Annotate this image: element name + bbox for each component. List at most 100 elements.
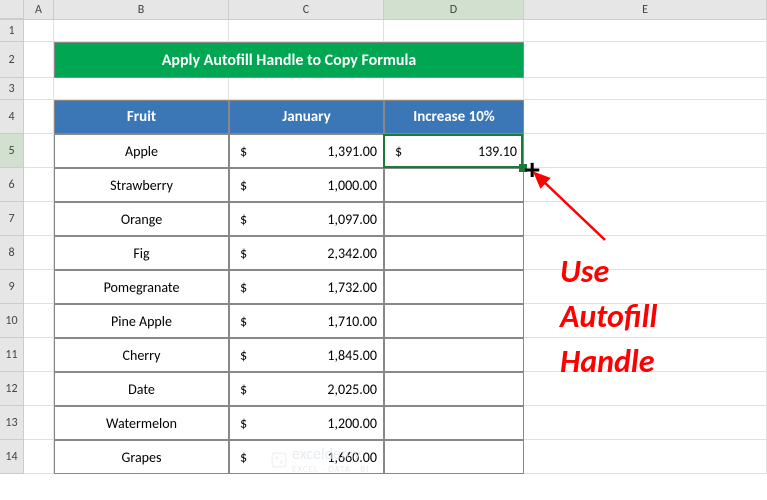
row-header-7[interactable]: 7 (0, 202, 24, 236)
cell-a7[interactable] (24, 202, 54, 236)
header-fruit[interactable]: Fruit (54, 100, 229, 134)
cell-c1[interactable] (229, 20, 384, 42)
row-header-6[interactable]: 6 (0, 168, 24, 202)
january-cell[interactable]: $1,845.00 (229, 338, 384, 372)
january-cell[interactable]: $1,200.00 (229, 406, 384, 440)
amount-value: 2,025.00 (327, 381, 377, 398)
cell-a11[interactable] (24, 338, 54, 372)
col-header-a[interactable]: A (24, 0, 54, 19)
cell-d1[interactable] (384, 20, 524, 42)
cell-e14[interactable] (524, 440, 767, 474)
cell-a3[interactable] (24, 78, 54, 100)
col-header-c[interactable]: C (229, 0, 384, 19)
arrow-icon (530, 170, 620, 250)
increase-cell[interactable]: $139.10 (384, 134, 524, 168)
january-cell[interactable]: $1,000.00 (229, 168, 384, 202)
row-header-2[interactable]: 2 (0, 42, 24, 78)
cell-a9[interactable] (24, 270, 54, 304)
fruit-cell[interactable]: Pomegranate (54, 270, 229, 304)
cell-c3[interactable] (229, 78, 384, 100)
currency-symbol: $ (236, 449, 247, 466)
increase-cell[interactable] (384, 202, 524, 236)
annotation-line1: Use (560, 250, 657, 295)
cell-a8[interactable] (24, 236, 54, 270)
header-increase[interactable]: Increase 10% (384, 100, 524, 134)
amount-value: 2,342.00 (327, 245, 377, 262)
row-header-8[interactable]: 8 (0, 236, 24, 270)
row-header-3[interactable]: 3 (0, 78, 24, 100)
header-january[interactable]: January (229, 100, 384, 134)
fruit-cell[interactable]: Orange (54, 202, 229, 236)
cell-a6[interactable] (24, 168, 54, 202)
row-header-9[interactable]: 9 (0, 270, 24, 304)
annotation-line2: Autofill (560, 295, 657, 340)
increase-cell[interactable] (384, 440, 524, 474)
amount-value: 1,097.00 (327, 211, 377, 228)
table-row: 14Grapes$1,660.00 (0, 440, 767, 474)
january-cell[interactable]: $1,097.00 (229, 202, 384, 236)
cell-a10[interactable] (24, 304, 54, 338)
january-cell[interactable]: $2,025.00 (229, 372, 384, 406)
increase-cell[interactable] (384, 372, 524, 406)
cell-e2[interactable] (524, 42, 767, 78)
increase-cell[interactable] (384, 168, 524, 202)
fruit-cell[interactable]: Pine Apple (54, 304, 229, 338)
row-header-1[interactable]: 1 (0, 20, 24, 42)
increase-cell[interactable] (384, 304, 524, 338)
increase-cell[interactable] (384, 406, 524, 440)
fruit-cell[interactable]: Watermelon (54, 406, 229, 440)
table-row: 6 Strawberry$1,000.00 (0, 168, 767, 202)
fruit-cell[interactable]: Cherry (54, 338, 229, 372)
cell-e3[interactable] (524, 78, 767, 100)
row-header-10[interactable]: 10 (0, 304, 24, 338)
table-row: 7Orange$1,097.00 (0, 202, 767, 236)
row-header-13[interactable]: 13 (0, 406, 24, 440)
january-cell[interactable]: $2,342.00 (229, 236, 384, 270)
row-header-14[interactable]: 14 (0, 440, 24, 474)
cell-a1[interactable] (24, 20, 54, 42)
january-cell[interactable]: $1,732.00 (229, 270, 384, 304)
cell-d3[interactable] (384, 78, 524, 100)
amount-value: 1,200.00 (327, 415, 377, 432)
increase-cell[interactable] (384, 270, 524, 304)
january-cell[interactable]: $1,391.00 (229, 134, 384, 168)
amount-value: 1,391.00 (327, 143, 377, 160)
cell-a5[interactable] (24, 134, 54, 168)
watermark-tag: EXCEL · DATA · BI (292, 464, 369, 475)
cell-e13[interactable] (524, 406, 767, 440)
cell-b1[interactable] (54, 20, 229, 42)
cell-a14[interactable] (24, 440, 54, 474)
fruit-cell[interactable]: Grapes (54, 440, 229, 474)
instruction-annotation: Use Autofill Handle (560, 250, 657, 384)
currency-symbol: $ (236, 381, 247, 398)
cell-a2[interactable] (24, 42, 54, 78)
col-header-b[interactable]: B (54, 0, 229, 19)
fruit-cell[interactable]: Apple (54, 134, 229, 168)
cell-e4[interactable] (524, 100, 767, 134)
currency-symbol: $ (236, 415, 247, 432)
fruit-cell[interactable]: Fig (54, 236, 229, 270)
col-header-d[interactable]: D (384, 0, 524, 19)
cell-a12[interactable] (24, 372, 54, 406)
row-header-11[interactable]: 11 (0, 338, 24, 372)
cell-e1[interactable] (524, 20, 767, 42)
row-header-12[interactable]: 12 (0, 372, 24, 406)
currency-symbol: $ (236, 211, 247, 228)
fruit-cell[interactable]: Date (54, 372, 229, 406)
amount-value: 1,000.00 (327, 177, 377, 194)
cell-e5[interactable] (524, 134, 767, 168)
january-cell[interactable]: $1,710.00 (229, 304, 384, 338)
increase-cell[interactable] (384, 236, 524, 270)
increase-cell[interactable] (384, 338, 524, 372)
select-all-corner[interactable] (0, 0, 24, 19)
cell-b3[interactable] (54, 78, 229, 100)
title-cell[interactable]: Apply Autofill Handle to Copy Formula (54, 42, 524, 78)
cell-a4[interactable] (24, 100, 54, 134)
col-header-e[interactable]: E (524, 0, 767, 19)
row-header-5[interactable]: 5 (0, 134, 24, 168)
fruit-cell[interactable]: Strawberry (54, 168, 229, 202)
cell-a13[interactable] (24, 406, 54, 440)
table-row: 5 Apple$1,391.00$139.10 (0, 134, 767, 168)
spreadsheet: A B C D E 1 2 Apply Autofill Handle to C… (0, 0, 767, 474)
row-header-4[interactable]: 4 (0, 100, 24, 134)
